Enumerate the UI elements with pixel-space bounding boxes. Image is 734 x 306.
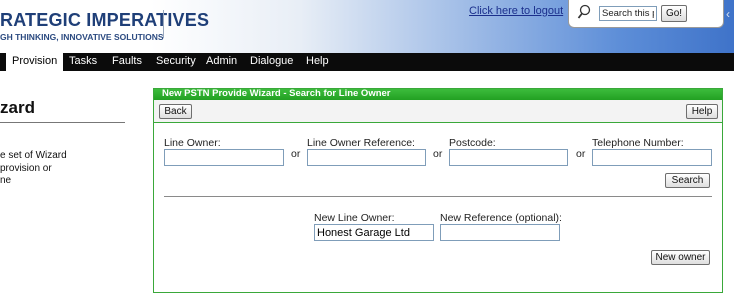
- line-owner-reference-input[interactable]: [307, 149, 426, 166]
- brand-tagline: GH THINKING, INNOVATIVE SOLUTIONS: [0, 32, 164, 42]
- tab-security[interactable]: Security: [156, 55, 196, 67]
- search-button[interactable]: Search: [665, 173, 710, 188]
- logout-link[interactable]: Click here to logout: [469, 5, 563, 17]
- section-divider: [164, 196, 712, 197]
- tab-admin[interactable]: Admin: [206, 55, 237, 67]
- line-owner-input[interactable]: [164, 149, 284, 166]
- or-text: or: [291, 148, 301, 160]
- brand-logo: RATEGIC IMPERATIVES GH THINKING, INNOVAT…: [0, 10, 209, 42]
- postcode-input[interactable]: [449, 149, 568, 166]
- wizard-panel: New PSTN Provide Wizard - Search for Lin…: [153, 88, 723, 293]
- header: RATEGIC IMPERATIVES GH THINKING, INNOVAT…: [0, 0, 734, 53]
- line-owner-reference-label: Line Owner Reference:: [307, 137, 415, 149]
- telephone-number-label: Telephone Number:: [592, 137, 684, 149]
- chevron-left-icon[interactable]: ‹: [726, 7, 734, 21]
- postcode-label: Postcode:: [449, 137, 496, 149]
- telephone-number-input[interactable]: [592, 149, 712, 166]
- title-rule: [0, 122, 125, 123]
- new-line-owner-input[interactable]: [314, 224, 434, 241]
- tab-help[interactable]: Help: [306, 55, 329, 67]
- line-owner-label: Line Owner:: [164, 137, 221, 149]
- tab-faults[interactable]: Faults: [112, 55, 142, 67]
- or-text: or: [576, 148, 586, 160]
- or-text: or: [433, 148, 443, 160]
- description-line: provision or: [0, 162, 52, 174]
- new-line-owner-label: New Line Owner:: [314, 212, 395, 224]
- new-reference-label: New Reference (optional):: [440, 212, 562, 224]
- go-button[interactable]: Go!: [661, 5, 687, 22]
- tab-provision[interactable]: Provision: [6, 53, 64, 71]
- page-title: zard: [0, 98, 35, 117]
- tab-tasks[interactable]: Tasks: [69, 55, 97, 67]
- header-divider: [163, 10, 164, 38]
- help-button[interactable]: Help: [686, 104, 718, 119]
- new-reference-input[interactable]: [440, 224, 560, 241]
- brand-title: RATEGIC IMPERATIVES: [0, 10, 210, 30]
- back-button[interactable]: Back: [159, 104, 192, 119]
- wizard-titlebar: New PSTN Provide Wizard - Search for Lin…: [154, 88, 722, 100]
- new-owner-button[interactable]: New owner: [651, 250, 710, 265]
- page-description: e set of Wizard provision or ne: [0, 150, 67, 188]
- tab-dialogue[interactable]: Dialogue: [250, 55, 293, 67]
- wizard-toolbar: Back Help: [154, 100, 722, 123]
- wizard-title: New PSTN Provide Wizard - Search for Lin…: [162, 88, 391, 99]
- search-input[interactable]: [599, 6, 657, 21]
- nav-underline: [0, 71, 734, 74]
- portal-search: Go!: [568, 0, 724, 28]
- search-icon: [577, 4, 591, 19]
- main-nav: Provision Tasks Faults Security Admin Di…: [0, 53, 734, 71]
- description-line: e set of Wizard: [0, 150, 67, 161]
- description-line: ne: [0, 175, 12, 186]
